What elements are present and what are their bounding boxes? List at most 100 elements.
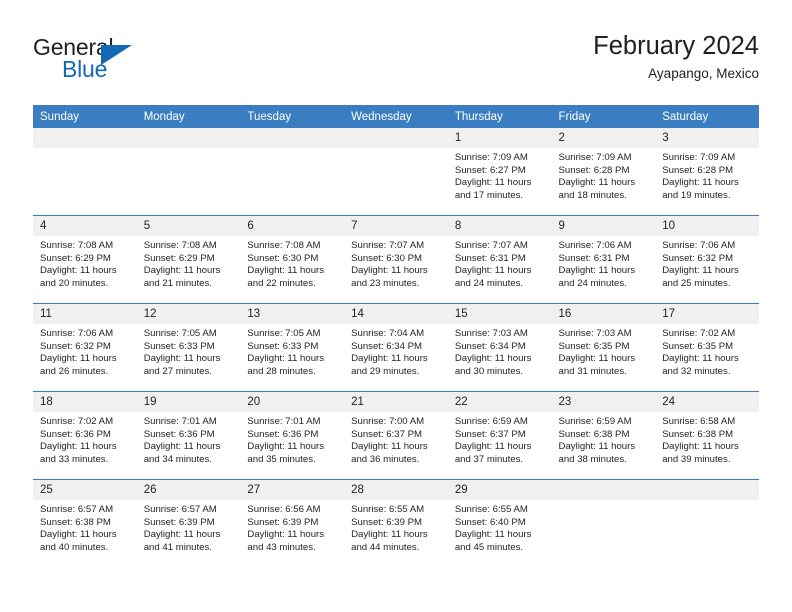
calendar-day-cell[interactable]: 15 Sunrise: 7:03 AM Sunset: 6:34 PM Dayligh…: [447, 303, 552, 392]
day-details: Sunrise: 7:03 AM Sunset: 6:34 PM Daylight:…: [448, 324, 552, 378]
calendar-day-cell-empty: [344, 128, 448, 216]
sunrise-text: Sunrise: 6:55 AM: [454, 504, 528, 515]
sunset-text: Sunset: 6:28 PM: [558, 164, 630, 176]
sunset-text: Sunset: 6:32 PM: [662, 252, 734, 264]
calendar-day-cell[interactable]: 26 Sunrise: 6:57 AM Sunset: 6:39 PM Dayligh…: [136, 479, 241, 567]
calendar-day-cell[interactable]: 6 Sunrise: 7:08 AM Sunset: 6:30 PM Daylight…: [240, 215, 345, 304]
sunrise-text: Sunrise: 7:03 AM: [558, 328, 632, 339]
weekday-header-saturday: Saturday: [655, 105, 759, 128]
calendar-day-cell[interactable]: 2 Sunrise: 7:09 AM Sunset: 6:28 PM Daylight…: [551, 128, 656, 216]
calendar-week-row: 1 Sunrise: 7:09 AM Sunset: 6:27 PM Daylight…: [33, 128, 759, 216]
sunrise-text: Sunrise: 6:57 AM: [143, 504, 217, 515]
daylight-text-line1: Daylight: 11 hours: [558, 441, 636, 453]
sunrise-text: Sunrise: 7:01 AM: [143, 416, 217, 427]
day-details: Sunrise: 7:07 AM Sunset: 6:30 PM Daylight:…: [344, 236, 448, 290]
calendar-day-cell[interactable]: 17 Sunrise: 7:02 AM Sunset: 6:35 PM Dayligh…: [655, 303, 759, 392]
day-number: 21: [344, 392, 448, 412]
calendar-day-cell[interactable]: 29 Sunrise: 6:55 AM Sunset: 6:40 PM Dayligh…: [447, 479, 552, 567]
daylight-text-line1: Daylight: 11 hours: [351, 265, 428, 277]
sunrise-text: Sunrise: 7:06 AM: [662, 240, 736, 251]
calendar-day-cell[interactable]: 25 Sunrise: 6:57 AM Sunset: 6:38 PM Dayligh…: [33, 479, 137, 567]
calendar-day-cell[interactable]: 14 Sunrise: 7:04 AM Sunset: 6:34 PM Dayligh…: [344, 303, 448, 392]
daylight-text-line2: and 26 minutes.: [40, 365, 109, 377]
calendar-grid: Sunday Monday Tuesday Wednesday Thursday…: [33, 105, 759, 567]
calendar-day-cell[interactable]: 27 Sunrise: 6:56 AM Sunset: 6:39 PM Dayligh…: [240, 479, 345, 567]
calendar-week-row: 25 Sunrise: 6:57 AM Sunset: 6:38 PM Dayligh…: [33, 479, 759, 567]
sunset-text: Sunset: 6:29 PM: [40, 252, 111, 264]
day-number: 1: [447, 128, 552, 148]
calendar-day-cell[interactable]: 23 Sunrise: 6:59 AM Sunset: 6:38 PM Dayligh…: [551, 391, 656, 480]
daylight-text-line1: Daylight: 11 hours: [454, 177, 532, 189]
sunrise-text: Sunrise: 6:58 AM: [662, 416, 736, 427]
daylight-text-line2: and 38 minutes.: [558, 453, 627, 465]
sunset-text: Sunset: 6:35 PM: [662, 340, 734, 352]
day-details: Sunrise: 7:03 AM Sunset: 6:35 PM Daylight:…: [552, 324, 656, 378]
sunset-text: Sunset: 6:33 PM: [247, 340, 319, 352]
calendar-day-cell-empty: [136, 128, 241, 216]
day-details: Sunrise: 7:08 AM Sunset: 6:29 PM Daylight:…: [33, 236, 137, 290]
daylight-text-line1: Daylight: 11 hours: [143, 353, 221, 365]
sunset-text: Sunset: 6:34 PM: [351, 340, 423, 352]
calendar-day-cell[interactable]: 1 Sunrise: 7:09 AM Sunset: 6:27 PM Daylight…: [447, 128, 552, 216]
day-details: Sunrise: 7:09 AM Sunset: 6:28 PM Daylight:…: [655, 148, 759, 202]
calendar-week-row: 11 Sunrise: 7:06 AM Sunset: 6:32 PM Dayligh…: [33, 303, 759, 392]
calendar-day-cell[interactable]: 3 Sunrise: 7:09 AM Sunset: 6:28 PM Daylight…: [655, 128, 759, 216]
daylight-text-line2: and 43 minutes.: [247, 541, 316, 553]
day-number: 25: [33, 480, 137, 500]
day-number: 28: [344, 480, 448, 500]
daylight-text-line2: and 44 minutes.: [351, 541, 420, 553]
calendar-week-row: 18 Sunrise: 7:02 AM Sunset: 6:36 PM Dayligh…: [33, 391, 759, 480]
calendar-day-cell[interactable]: 24 Sunrise: 6:58 AM Sunset: 6:38 PM Dayligh…: [655, 391, 759, 480]
calendar-body: 1 Sunrise: 7:09 AM Sunset: 6:27 PM Daylight…: [33, 128, 759, 567]
daylight-text-line2: and 17 minutes.: [454, 189, 524, 201]
sunrise-text: Sunrise: 7:01 AM: [247, 416, 321, 427]
calendar-day-cell[interactable]: 12 Sunrise: 7:05 AM Sunset: 6:33 PM Dayligh…: [136, 303, 241, 392]
daylight-text-line1: Daylight: 11 hours: [351, 529, 428, 541]
daylight-text-line1: Daylight: 11 hours: [351, 353, 428, 365]
day-number: 3: [655, 128, 759, 148]
day-details: Sunrise: 6:56 AM Sunset: 6:39 PM Daylight:…: [240, 500, 344, 554]
calendar-day-cell[interactable]: 18 Sunrise: 7:02 AM Sunset: 6:36 PM Dayligh…: [33, 391, 137, 480]
sunset-text: Sunset: 6:37 PM: [351, 428, 423, 440]
sunset-text: Sunset: 6:39 PM: [143, 516, 215, 528]
daylight-text-line2: and 33 minutes.: [40, 453, 109, 465]
day-number: 12: [136, 304, 241, 324]
day-details: Sunrise: 7:09 AM Sunset: 6:28 PM Daylight:…: [552, 148, 656, 202]
title-block: February 2024 Ayapango, Mexico: [593, 30, 759, 84]
day-number: [33, 128, 137, 148]
day-number: 22: [447, 392, 552, 412]
daylight-text-line2: and 32 minutes.: [662, 365, 731, 377]
day-details: Sunrise: 7:04 AM Sunset: 6:34 PM Daylight:…: [344, 324, 448, 378]
day-number: 23: [551, 392, 656, 412]
calendar-day-cell[interactable]: 28 Sunrise: 6:55 AM Sunset: 6:39 PM Dayligh…: [344, 479, 448, 567]
day-number: 14: [344, 304, 448, 324]
day-details: Sunrise: 7:06 AM Sunset: 6:32 PM Daylight:…: [33, 324, 137, 378]
calendar-day-cell[interactable]: 10 Sunrise: 7:06 AM Sunset: 6:32 PM Dayligh…: [655, 215, 759, 304]
calendar-day-cell[interactable]: 19 Sunrise: 7:01 AM Sunset: 6:36 PM Dayligh…: [136, 391, 241, 480]
calendar-day-cell[interactable]: 9 Sunrise: 7:06 AM Sunset: 6:31 PM Daylight…: [551, 215, 656, 304]
calendar-day-cell[interactable]: 11 Sunrise: 7:06 AM Sunset: 6:32 PM Dayligh…: [33, 303, 137, 392]
daylight-text-line1: Daylight: 11 hours: [247, 265, 325, 277]
calendar-day-cell[interactable]: 4 Sunrise: 7:08 AM Sunset: 6:29 PM Daylight…: [33, 215, 137, 304]
calendar-day-cell[interactable]: 13 Sunrise: 7:05 AM Sunset: 6:33 PM Dayligh…: [240, 303, 345, 392]
calendar-day-cell[interactable]: 5 Sunrise: 7:08 AM Sunset: 6:29 PM Daylight…: [136, 215, 241, 304]
day-number: 7: [344, 216, 448, 236]
calendar-day-cell[interactable]: 21 Sunrise: 7:00 AM Sunset: 6:37 PM Dayligh…: [344, 391, 448, 480]
day-number: 9: [551, 216, 656, 236]
sunrise-text: Sunrise: 7:08 AM: [247, 240, 321, 251]
calendar-day-cell[interactable]: 16 Sunrise: 7:03 AM Sunset: 6:35 PM Dayligh…: [551, 303, 656, 392]
calendar-day-cell-empty: [655, 479, 759, 567]
calendar-day-cell[interactable]: 22 Sunrise: 6:59 AM Sunset: 6:37 PM Dayligh…: [447, 391, 552, 480]
daylight-text-line2: and 30 minutes.: [454, 365, 524, 377]
calendar-day-cell[interactable]: 20 Sunrise: 7:01 AM Sunset: 6:36 PM Dayligh…: [240, 391, 345, 480]
day-number: 2: [551, 128, 656, 148]
daylight-text-line1: Daylight: 11 hours: [143, 441, 221, 453]
sunset-text: Sunset: 6:31 PM: [454, 252, 526, 264]
day-details: Sunrise: 7:06 AM Sunset: 6:32 PM Daylight:…: [655, 236, 759, 290]
day-number: 18: [33, 392, 137, 412]
calendar-day-cell[interactable]: 7 Sunrise: 7:07 AM Sunset: 6:30 PM Daylight…: [344, 215, 448, 304]
day-number: [240, 128, 345, 148]
day-number: 5: [136, 216, 241, 236]
day-number: 11: [33, 304, 137, 324]
calendar-day-cell[interactable]: 8 Sunrise: 7:07 AM Sunset: 6:31 PM Daylight…: [447, 215, 552, 304]
